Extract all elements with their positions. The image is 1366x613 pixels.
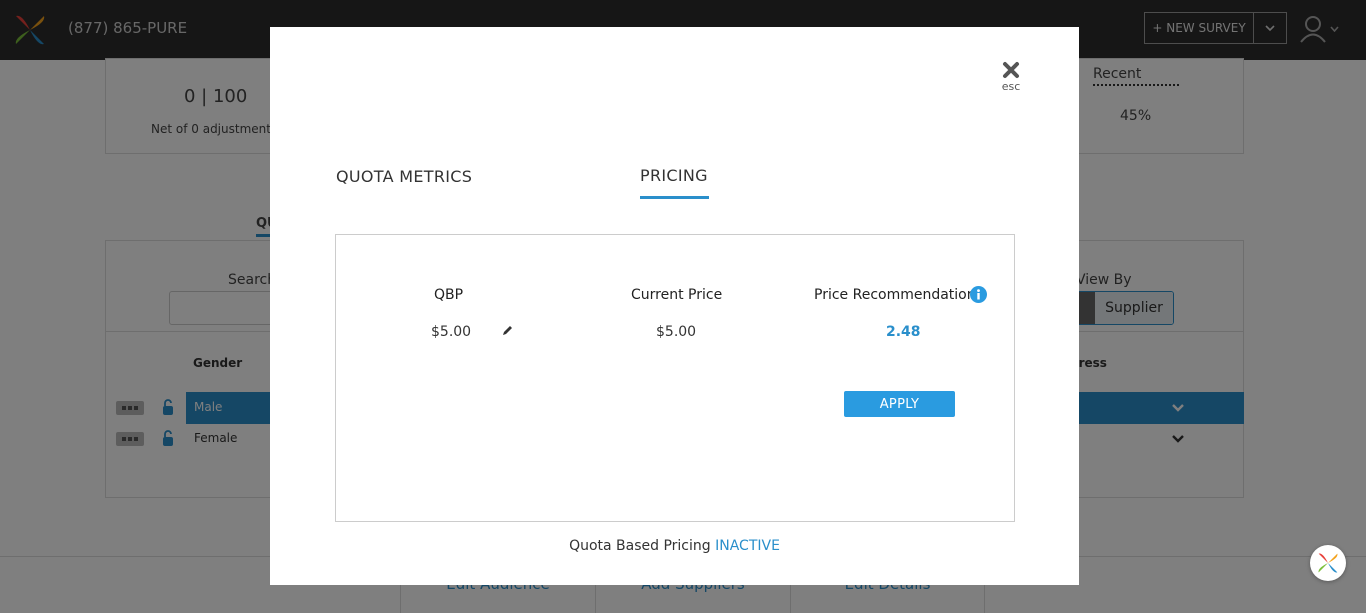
qbp-value: $5.00 <box>431 324 472 340</box>
active-tab-indicator <box>640 196 709 199</box>
tab-quota-metrics[interactable]: QUOTA METRICS <box>336 167 472 186</box>
status-prefix: Quota Based Pricing <box>569 538 711 554</box>
current-price-value: $5.00 <box>656 324 697 340</box>
chat-widget-button[interactable] <box>1310 545 1346 581</box>
pencil-edit-icon[interactable] <box>501 324 514 337</box>
quota-based-pricing-status: Quota Based Pricing INACTIVE <box>270 538 1079 554</box>
brand-logo-icon <box>1318 553 1338 573</box>
current-price-header: Current Price <box>631 287 723 303</box>
info-icon[interactable] <box>970 286 987 303</box>
close-icon <box>1003 62 1019 78</box>
price-recommendation-header: Price Recommendation <box>814 287 976 303</box>
status-inactive-link[interactable]: INACTIVE <box>715 538 780 554</box>
apply-button[interactable]: APPLY <box>844 391 955 417</box>
close-esc-label: esc <box>1001 80 1021 93</box>
tab-pricing[interactable]: PRICING <box>640 166 708 185</box>
price-recommendation-value: 2.48 <box>886 324 921 340</box>
pricing-panel: QBP Current Price Price Recommendation $… <box>335 234 1015 522</box>
close-button[interactable]: esc <box>996 61 1026 97</box>
pricing-modal: esc QUOTA METRICS PRICING QBP Current Pr… <box>270 27 1079 585</box>
qbp-header: QBP <box>434 287 464 303</box>
